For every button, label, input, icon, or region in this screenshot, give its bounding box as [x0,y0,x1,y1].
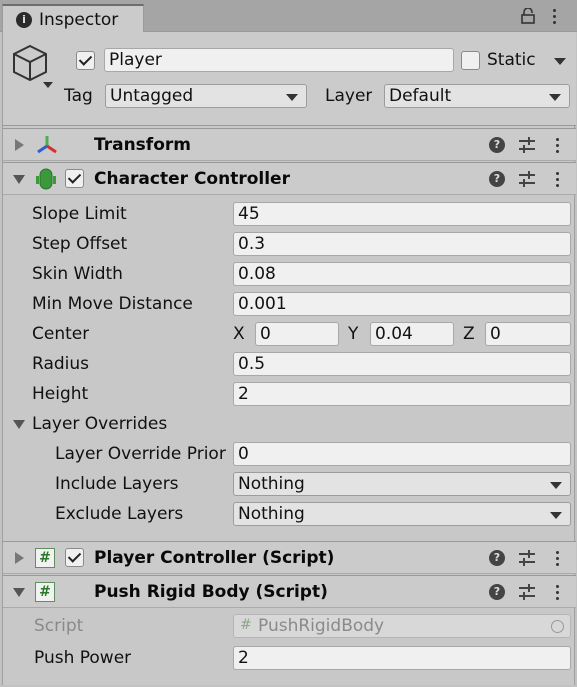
center-x-label: X [233,324,245,344]
inspector-panel: Player Static Tag Untagged Layer Default… [2,32,576,685]
step-offset-field[interactable]: 0.3 [233,232,571,256]
script-label: Script [34,616,84,636]
player-controller-title: Player Controller (Script) [94,548,335,568]
slope-limit-label: Slope Limit [32,204,127,224]
help-icon[interactable]: ? [489,137,505,153]
center-z-label: Z [463,324,475,344]
layer-dropdown-value: Default [389,86,452,106]
foldout-closed-icon[interactable] [15,139,24,151]
component-menu-icon[interactable] [556,138,560,156]
layer-override-priority-field[interactable]: 0 [233,442,571,466]
help-icon[interactable]: ? [489,550,505,566]
chevron-down-icon [549,94,561,101]
gameobject-cube-icon[interactable] [12,44,56,90]
script-reference-value: PushRigidBody [258,616,385,636]
exclude-layers-value: Nothing [238,504,305,524]
include-layers-dropdown[interactable]: Nothing [233,472,571,496]
gameobject-name-field[interactable]: Player [104,48,454,72]
player-controller-header[interactable]: # Player Controller (Script) ? [3,541,576,574]
exclude-layers-label: Exclude Layers [55,504,184,524]
object-picker-icon[interactable] [551,620,564,633]
transform-title: Transform [94,135,191,155]
static-dropdown-icon[interactable] [554,58,566,65]
character-controller-title: Character Controller [94,169,290,189]
component-menu-icon[interactable] [556,585,560,603]
character-controller-enabled-checkbox[interactable] [65,169,84,188]
center-label: Center [32,324,90,344]
foldout-closed-icon[interactable] [15,552,24,564]
min-move-distance-field[interactable]: 0.001 [233,292,571,316]
push-rigid-body-header[interactable]: # Push Rigid Body (Script) ? [3,575,576,608]
push-power-label: Push Power [34,648,132,668]
layer-label: Layer [325,86,373,106]
layer-dropdown[interactable]: Default [384,84,570,108]
layer-overrides-foldout-icon[interactable] [13,420,25,429]
step-offset-label: Step Offset [32,234,128,254]
exclude-layers-dropdown[interactable]: Nothing [233,502,571,526]
tag-dropdown[interactable]: Untagged [105,84,307,108]
static-label: Static [487,50,536,70]
character-controller-header[interactable]: Character Controller ? [3,162,576,195]
script-reference-field: # PushRigidBody [233,614,571,638]
tab-inspector-label: Inspector [39,10,119,30]
push-rigid-body-title: Push Rigid Body (Script) [94,582,328,602]
presets-icon[interactable] [518,584,536,600]
gameobject-header: Player Static Tag Untagged Layer Default [3,32,576,126]
help-icon[interactable]: ? [489,171,505,187]
component-menu-icon[interactable] [556,551,560,569]
presets-icon[interactable] [518,550,536,566]
info-icon: i [16,12,32,28]
slope-limit-field[interactable]: 45 [233,202,571,226]
skin-width-field[interactable]: 0.08 [233,262,571,286]
static-checkbox[interactable] [461,51,480,70]
radius-label: Radius [32,354,90,374]
tag-dropdown-value: Untagged [110,86,194,106]
transform-header[interactable]: Transform ? [3,128,576,161]
foldout-open-icon[interactable] [13,588,25,597]
script-hash-icon: # [35,582,55,602]
presets-icon[interactable] [518,171,536,187]
min-move-distance-label: Min Move Distance [32,294,193,314]
skin-width-label: Skin Width [32,264,123,284]
layer-overrides-label[interactable]: Layer Overrides [32,414,167,434]
tag-label: Tag [64,86,93,106]
center-y-label: Y [348,324,359,344]
center-x-field[interactable]: 0 [255,322,339,346]
tab-menu-icon[interactable] [553,9,557,27]
center-y-field[interactable]: 0.04 [370,322,454,346]
transform-axes-icon [37,136,57,154]
script-hash-icon: # [35,548,55,568]
presets-icon[interactable] [518,137,536,153]
height-field[interactable]: 2 [233,382,571,406]
include-layers-value: Nothing [238,474,305,494]
push-power-field[interactable]: 2 [233,646,571,670]
help-icon[interactable]: ? [489,584,505,600]
tab-bar: i Inspector [0,0,577,33]
component-menu-icon[interactable] [556,172,560,190]
chevron-down-icon [286,94,298,101]
gameobject-active-checkbox[interactable] [76,51,95,70]
lock-icon[interactable] [521,8,535,24]
height-label: Height [32,384,89,404]
chevron-down-icon [550,482,562,489]
script-hash-icon: # [240,617,252,633]
foldout-open-icon[interactable] [13,175,25,184]
center-z-field[interactable]: 0 [485,322,571,346]
tab-inspector[interactable]: i Inspector [2,4,144,33]
player-controller-enabled-checkbox[interactable] [65,548,84,567]
include-layers-label: Include Layers [55,474,179,494]
radius-field[interactable]: 0.5 [233,352,571,376]
character-controller-icon [36,168,56,190]
layer-override-priority-label: Layer Override Prior [55,444,226,464]
chevron-down-icon [550,512,562,519]
